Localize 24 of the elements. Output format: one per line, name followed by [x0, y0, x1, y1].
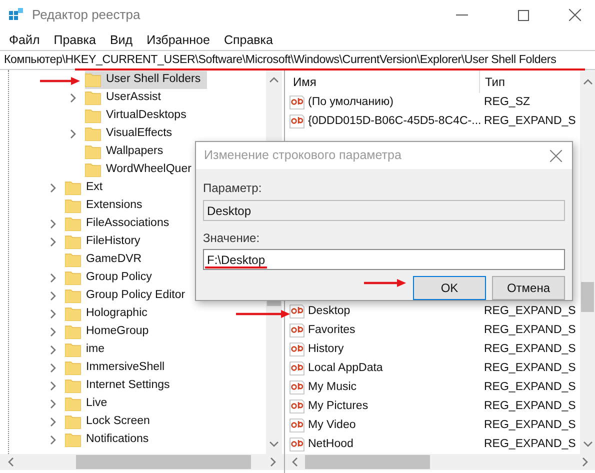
value-name: My Music [308, 380, 357, 395]
field-label: Значение: [203, 230, 261, 247]
field-label: Параметр: [203, 180, 263, 197]
value-type: REG_EXPAND_S [483, 436, 576, 452]
value-type: REG_SZ [483, 94, 530, 110]
value-name: My Video [308, 418, 356, 433]
dialog-title: Изменение строкового параметра [204, 147, 402, 164]
value-name: Desktop [308, 304, 350, 319]
value-name: (По умолчанию) [308, 94, 394, 110]
value-type: REG_EXPAND_S [483, 380, 576, 395]
value-name: History [308, 342, 344, 357]
value-type: REG_EXPAND_S [483, 304, 576, 319]
value-type: REG_EXPAND_S [483, 418, 576, 433]
value-name: My Pictures [308, 398, 368, 414]
value-name: Favorites [308, 322, 356, 338]
value-type: REG_EXPAND_S [483, 342, 576, 357]
value-name: NetHood [308, 436, 354, 452]
window-title: Редактор реестра [32, 6, 140, 24]
value-type: REG_EXPAND_S [483, 114, 576, 129]
value-type: REG_EXPAND_S [483, 322, 576, 338]
value-type: REG_EXPAND_S [483, 360, 576, 376]
value-name: {0DDD015D-B06C-45D5-8C4C-... [308, 114, 482, 129]
value-type: REG_EXPAND_S [483, 398, 576, 414]
value-name: Local AppData [308, 360, 383, 376]
